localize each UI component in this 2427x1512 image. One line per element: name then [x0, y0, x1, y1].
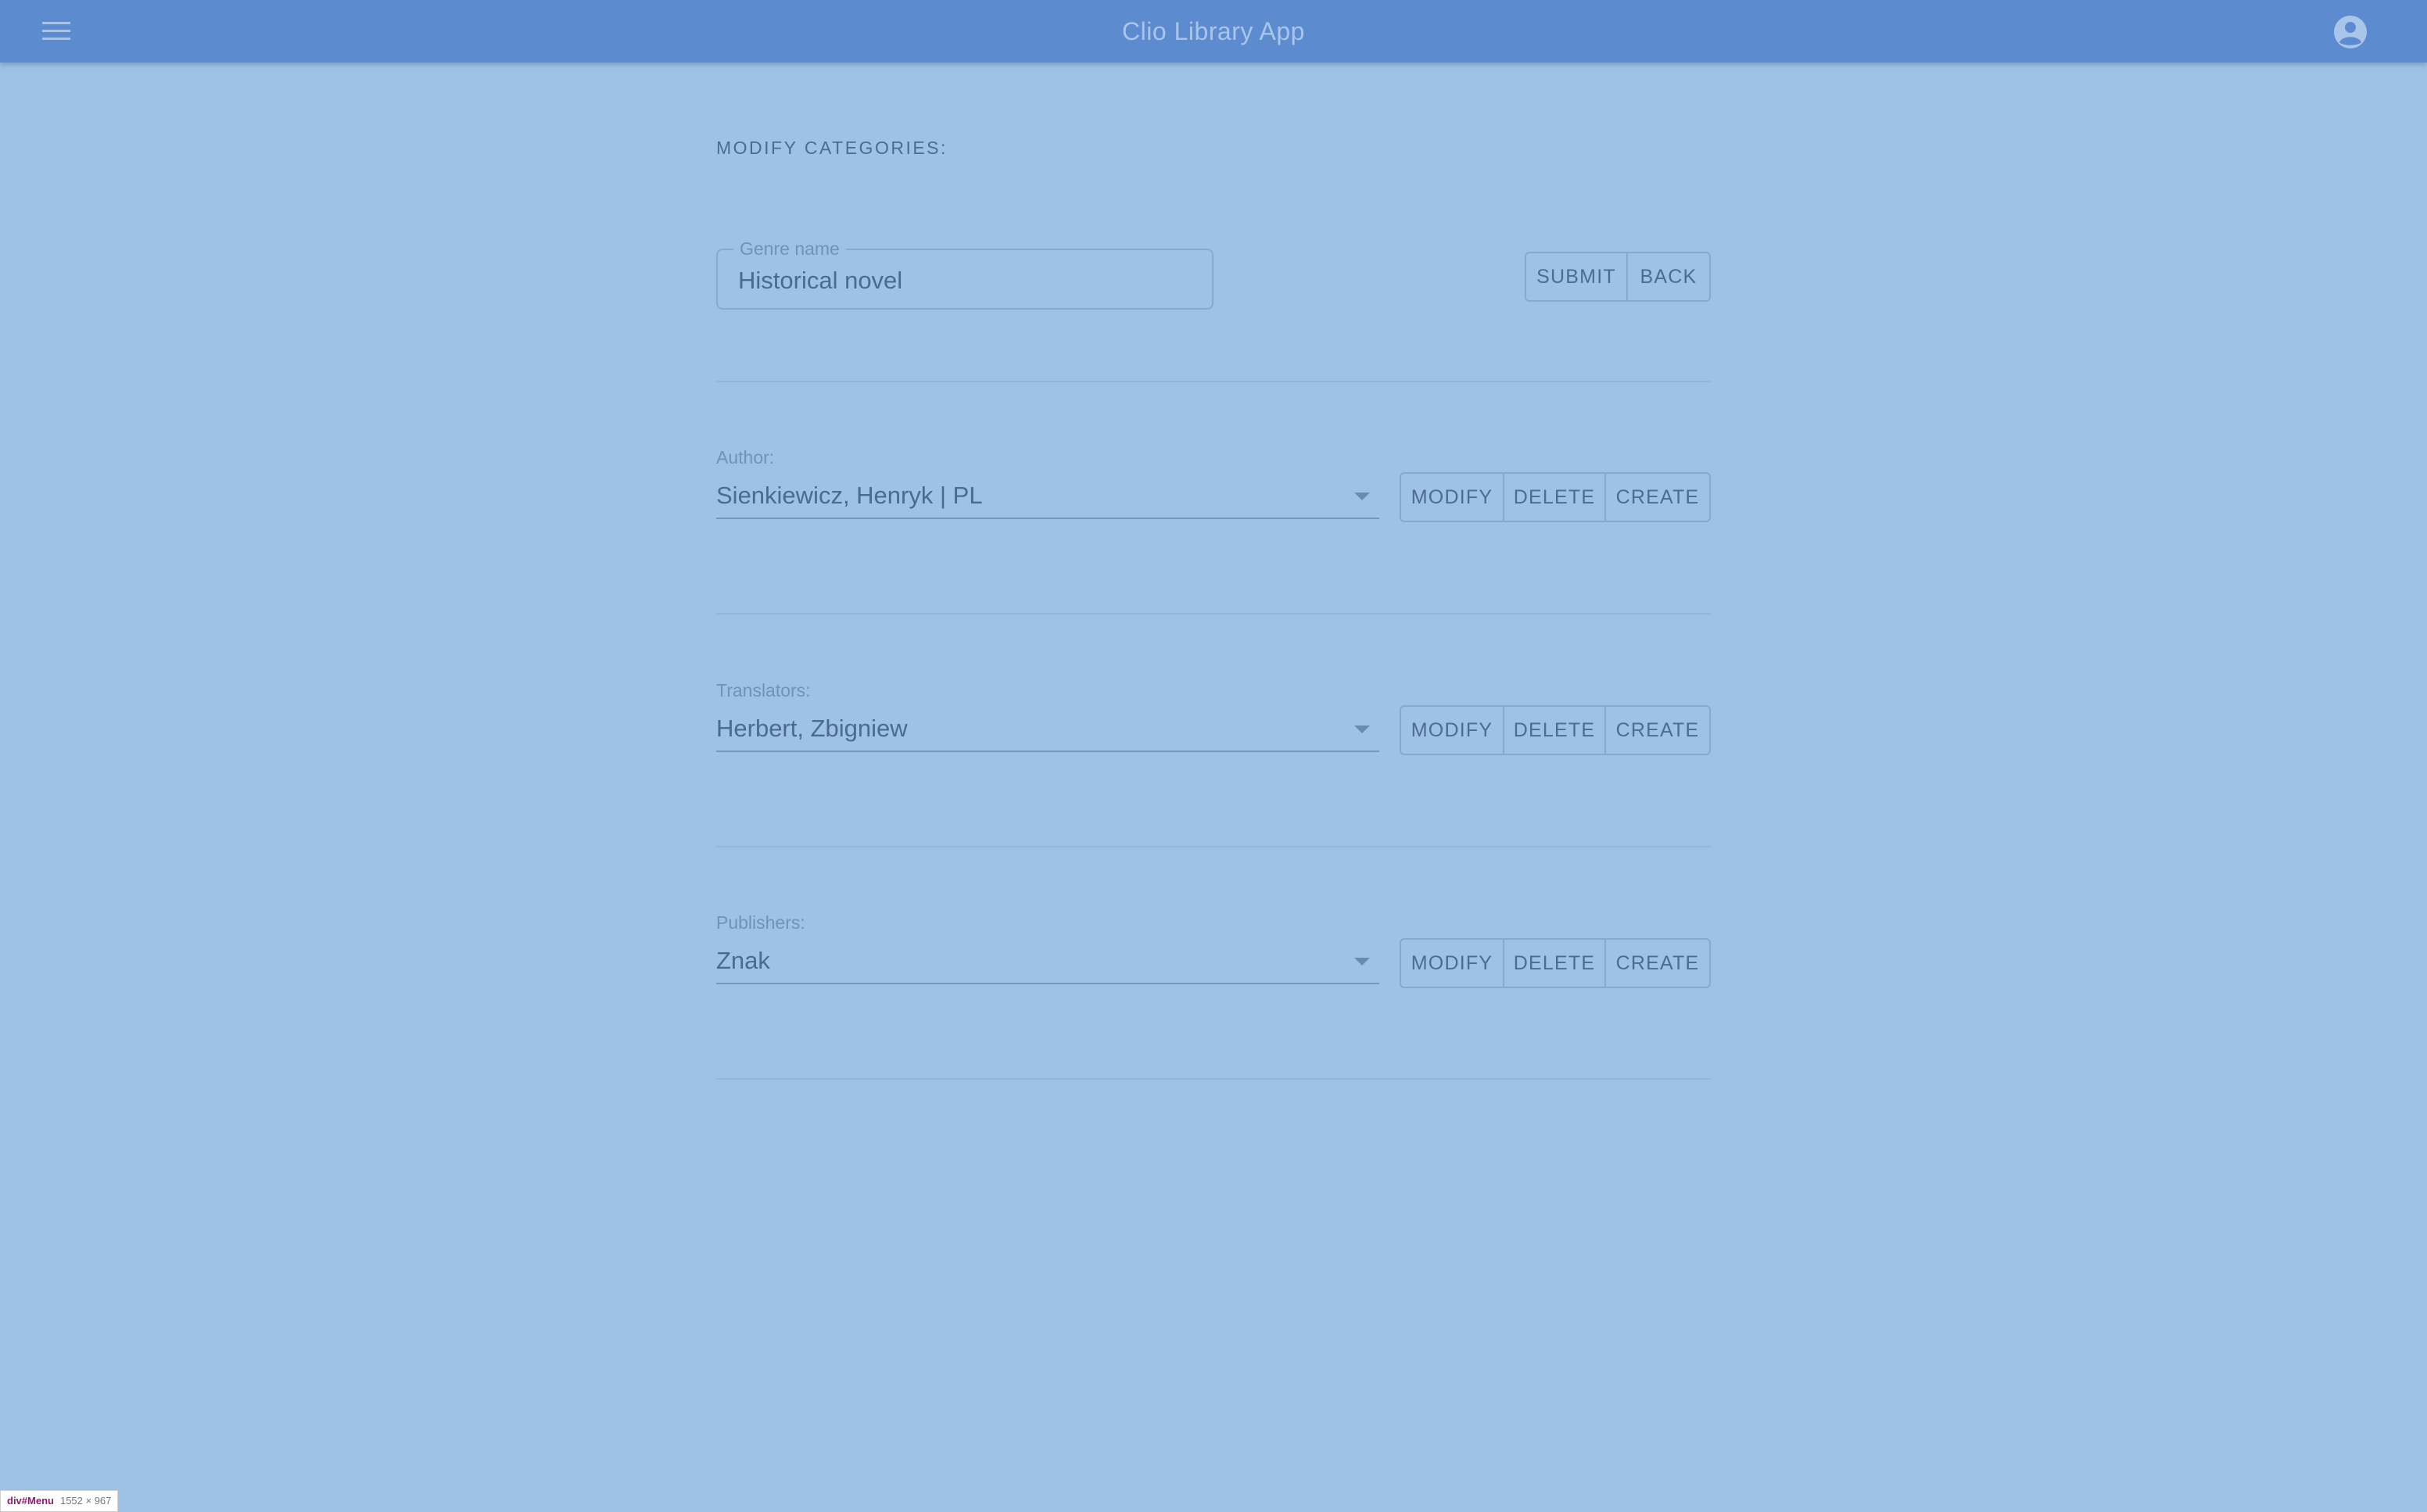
divider: [716, 846, 1711, 847]
genre-name-field: Genre name: [716, 238, 1214, 310]
dropdown-arrow-icon: [1354, 493, 1370, 500]
publishers-create-button[interactable]: CREATE: [1606, 940, 1709, 987]
translators-selected-value: Herbert, Zbigniew: [716, 715, 908, 742]
publishers-delete-button[interactable]: DELETE: [1504, 940, 1606, 987]
divider: [716, 1078, 1711, 1080]
app-title: Clio Library App: [1122, 17, 1305, 45]
translators-modify-button[interactable]: MODIFY: [1401, 707, 1504, 754]
author-selected-value: Sienkiewicz, Henryk | PL: [716, 482, 983, 509]
inspector-element-size: 1552 × 967: [59, 1495, 112, 1507]
divider: [716, 381, 1711, 382]
translators-label: Translators:: [716, 680, 811, 700]
publishers-label: Publishers:: [716, 912, 805, 933]
author-modify-button[interactable]: MODIFY: [1401, 474, 1504, 521]
publishers-selected-value: Znak: [716, 947, 770, 974]
author-button-group: MODIFY DELETE CREATE: [1400, 472, 1711, 522]
page-heading: MODIFY CATEGORIES:: [716, 138, 948, 158]
publishers-select[interactable]: Znak: [716, 939, 1379, 984]
genre-button-group: SUBMIT BACK: [1525, 252, 1711, 302]
divider: [716, 613, 1711, 614]
translators-create-button[interactable]: CREATE: [1606, 707, 1709, 754]
translators-button-group: MODIFY DELETE CREATE: [1400, 705, 1711, 755]
genre-name-input[interactable]: [738, 266, 1192, 296]
publishers-button-group: MODIFY DELETE CREATE: [1400, 938, 1711, 988]
author-select[interactable]: Sienkiewicz, Henryk | PL: [716, 474, 1379, 519]
publishers-modify-button[interactable]: MODIFY: [1401, 940, 1504, 987]
app-bar: Clio Library App: [0, 0, 2427, 63]
author-label: Author:: [716, 447, 775, 468]
account-circle-icon[interactable]: [2332, 14, 2368, 50]
dropdown-arrow-icon: [1354, 726, 1370, 733]
translators-select[interactable]: Herbert, Zbigniew: [716, 707, 1379, 752]
translators-delete-button[interactable]: DELETE: [1504, 707, 1606, 754]
dropdown-arrow-icon: [1354, 958, 1370, 966]
inspector-element-name: div#Menu: [7, 1495, 54, 1507]
author-delete-button[interactable]: DELETE: [1504, 474, 1606, 521]
element-inspector-badge: div#Menu 1552 × 967: [0, 1490, 119, 1512]
genre-name-label: Genre name: [733, 238, 846, 260]
submit-button[interactable]: SUBMIT: [1526, 253, 1628, 300]
back-button[interactable]: BACK: [1628, 253, 1709, 300]
author-create-button[interactable]: CREATE: [1606, 474, 1709, 521]
